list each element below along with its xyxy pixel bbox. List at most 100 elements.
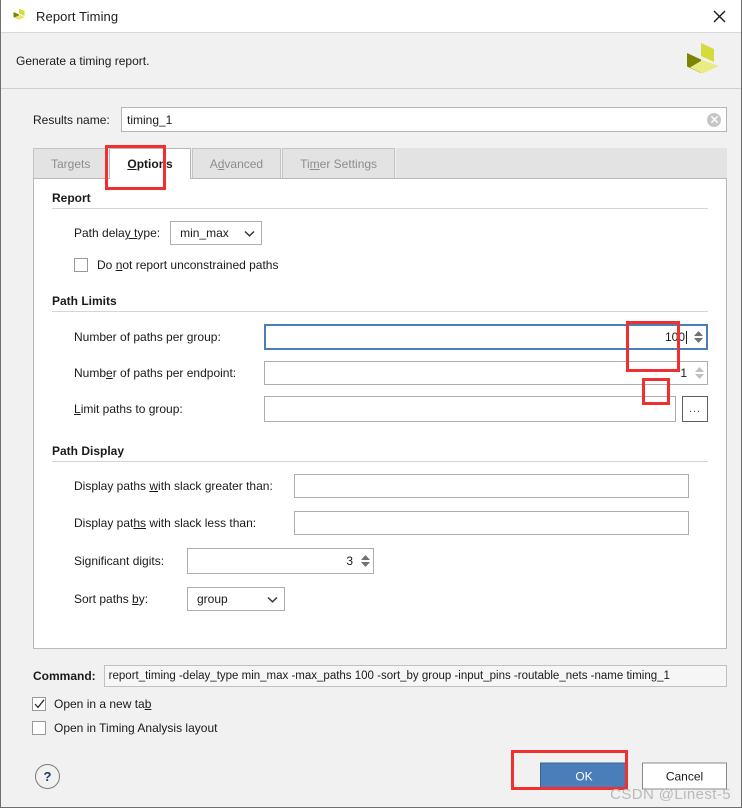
clear-circle-icon[interactable] bbox=[707, 112, 721, 127]
paths-per-endpoint-spinner[interactable]: 1 bbox=[264, 361, 708, 385]
path-delay-type-label: Path delay type: bbox=[74, 226, 161, 240]
paths-per-endpoint-row: Number of paths per endpoint: 1 bbox=[52, 361, 708, 385]
chevron-down-icon bbox=[267, 596, 278, 603]
help-icon: ? bbox=[43, 768, 52, 784]
paths-per-group-value: 100 bbox=[664, 330, 685, 344]
dialog-body: Results name: timing_1 Targets Options A… bbox=[1, 89, 741, 655]
report-group-title: Report bbox=[52, 191, 91, 205]
button-bar: ? OK Cancel bbox=[33, 745, 727, 807]
window-title: Report Timing bbox=[36, 8, 119, 24]
open-in-timing-analysis-layout-label: Open in Timing Analysis layout bbox=[54, 721, 218, 735]
path-display-group-title: Path Display bbox=[52, 444, 125, 458]
results-name-input[interactable]: timing_1 bbox=[121, 107, 727, 132]
text-caret bbox=[686, 330, 687, 344]
open-in-timing-analysis-layout-checkbox[interactable] bbox=[32, 721, 46, 735]
command-value: report_timing -delay_type min_max -max_p… bbox=[108, 670, 670, 682]
paths-per-group-row: Number of paths per group: 100 bbox=[52, 324, 708, 350]
report-group: Report Path delay type: min_max Do not r… bbox=[52, 191, 708, 272]
sort-paths-by-row: Sort paths by: group bbox=[52, 587, 708, 611]
command-value-box[interactable]: report_timing -delay_type min_max -max_p… bbox=[103, 665, 727, 687]
paths-per-endpoint-input[interactable]: 1 bbox=[264, 361, 691, 385]
tab-targets-label: Targets bbox=[51, 156, 91, 171]
tab-advanced-label: Advanced bbox=[209, 156, 264, 171]
close-icon[interactable] bbox=[697, 0, 741, 33]
stepper-up-icon[interactable] bbox=[360, 554, 370, 561]
results-name-value: timing_1 bbox=[127, 112, 173, 127]
limit-paths-browse-button[interactable]: ... bbox=[682, 396, 708, 422]
unconstrained-paths-row: Do not report unconstrained paths bbox=[52, 258, 708, 272]
significant-digits-input[interactable]: 3 bbox=[187, 548, 357, 574]
slack-less-row: Display paths with slack less than: bbox=[52, 511, 708, 535]
tab-strip: Targets Options Advanced Timer Settings bbox=[33, 146, 727, 179]
title-bar: Report Timing bbox=[1, 0, 741, 33]
tab-timer-settings[interactable]: Timer Settings bbox=[282, 148, 396, 178]
sort-paths-by-select[interactable]: group bbox=[187, 587, 285, 611]
paths-per-group-label: Number of paths per group: bbox=[74, 330, 221, 344]
report-group-rule bbox=[52, 208, 708, 209]
slack-greater-label: Display paths with slack greater than: bbox=[74, 479, 273, 493]
ok-button[interactable]: OK bbox=[540, 762, 628, 790]
stepper-down-icon[interactable] bbox=[694, 373, 704, 380]
sort-paths-by-label: Sort paths by: bbox=[74, 592, 149, 606]
sort-paths-by-value: group bbox=[197, 592, 228, 606]
dialog-footer: Command: report_timing -delay_type min_m… bbox=[1, 655, 741, 807]
primary-buttons: OK Cancel bbox=[540, 762, 727, 790]
path-limits-group-title: Path Limits bbox=[52, 294, 117, 308]
paths-per-endpoint-value: 1 bbox=[680, 366, 687, 380]
cancel-button[interactable]: Cancel bbox=[642, 762, 727, 790]
results-name-label: Results name: bbox=[33, 112, 110, 127]
slack-greater-input[interactable] bbox=[294, 474, 689, 498]
stepper-up-icon[interactable] bbox=[694, 366, 704, 373]
stepper-down-icon[interactable] bbox=[360, 561, 370, 568]
open-in-new-tab-label: Open in a new tab bbox=[54, 697, 152, 711]
ellipsis-icon: ... bbox=[688, 403, 702, 415]
limit-paths-to-group-label: Limit paths to group: bbox=[74, 402, 183, 416]
paths-per-group-input[interactable]: 100 bbox=[264, 324, 691, 350]
do-not-report-unconstrained-checkbox[interactable] bbox=[74, 258, 88, 272]
slack-less-label: Display paths with slack less than: bbox=[74, 516, 257, 530]
ok-button-label: OK bbox=[575, 769, 593, 783]
dialog-header: Generate a timing report. bbox=[1, 33, 741, 89]
stepper-down-icon[interactable] bbox=[694, 337, 703, 344]
tab-options[interactable]: Options bbox=[109, 148, 191, 179]
command-label: Command: bbox=[33, 669, 96, 683]
tab-advanced[interactable]: Advanced bbox=[191, 148, 282, 178]
paths-per-group-spinner[interactable]: 100 bbox=[264, 324, 708, 350]
open-timing-layout-row: Open in Timing Analysis layout bbox=[32, 721, 727, 735]
significant-digits-row: Significant digits: 3 bbox=[52, 548, 708, 574]
limit-paths-to-group-row: Limit paths to group: ... bbox=[52, 396, 708, 422]
dialog-subtitle: Generate a timing report. bbox=[16, 53, 150, 68]
paths-per-endpoint-stepper[interactable] bbox=[691, 361, 708, 385]
do-not-report-unconstrained-label: Do not report unconstrained paths bbox=[97, 258, 279, 272]
open-in-new-tab-checkbox[interactable] bbox=[32, 697, 46, 711]
significant-digits-stepper[interactable] bbox=[357, 548, 374, 574]
slack-greater-row: Display paths with slack greater than: bbox=[52, 474, 708, 498]
paths-per-endpoint-label: Number of paths per endpoint: bbox=[74, 366, 237, 380]
path-display-group-rule bbox=[52, 461, 708, 462]
significant-digits-value: 3 bbox=[346, 554, 353, 568]
tab-strip-filler bbox=[396, 148, 727, 178]
report-timing-dialog: Report Timing Generate a timing report. … bbox=[0, 0, 742, 808]
paths-per-group-stepper[interactable] bbox=[691, 324, 708, 350]
path-delay-type-value: min_max bbox=[180, 226, 229, 240]
xilinx-logo-icon bbox=[679, 41, 723, 81]
path-limits-group-rule bbox=[52, 311, 708, 312]
path-delay-type-row: Path delay type: min_max bbox=[52, 221, 708, 245]
significant-digits-label: Significant digits: bbox=[74, 554, 165, 568]
slack-less-input[interactable] bbox=[294, 511, 689, 535]
path-delay-type-select[interactable]: min_max bbox=[170, 221, 263, 245]
path-limits-group: Path Limits Number of paths per group: 1… bbox=[52, 294, 708, 422]
options-tab-panel: Report Path delay type: min_max Do not r… bbox=[33, 179, 727, 649]
significant-digits-spinner[interactable]: 3 bbox=[187, 548, 374, 574]
command-row: Command: report_timing -delay_type min_m… bbox=[33, 665, 727, 687]
chevron-down-icon bbox=[244, 230, 255, 237]
path-display-group: Path Display Display paths with slack gr… bbox=[52, 444, 708, 611]
limit-paths-to-group-input[interactable] bbox=[264, 396, 676, 422]
cancel-button-label: Cancel bbox=[665, 769, 704, 783]
stepper-up-icon[interactable] bbox=[694, 330, 703, 337]
tab-options-label: Options bbox=[127, 157, 173, 171]
open-new-tab-row: Open in a new tab bbox=[32, 697, 727, 711]
tab-targets[interactable]: Targets bbox=[33, 148, 109, 178]
results-name-row: Results name: timing_1 bbox=[33, 107, 727, 132]
help-button[interactable]: ? bbox=[35, 763, 60, 789]
